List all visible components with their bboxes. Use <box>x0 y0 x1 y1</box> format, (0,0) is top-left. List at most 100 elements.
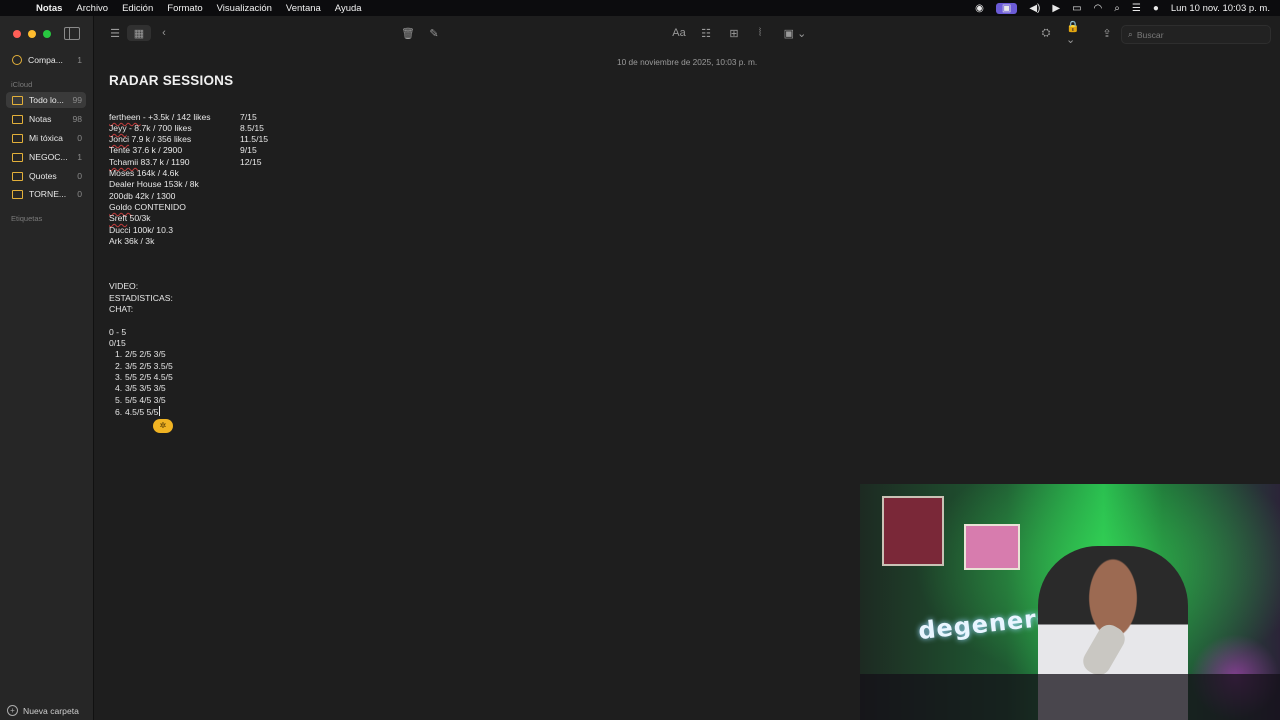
menu-ayuda[interactable]: Ayuda <box>335 3 362 14</box>
search-icon: ⌕ <box>1128 29 1133 39</box>
folder-icon <box>12 152 23 162</box>
table-icon[interactable]: ⊞ <box>726 25 742 41</box>
note-estadisticas-heading[interactable]: ESTADISTICAS: <box>109 293 173 304</box>
close-window-button[interactable] <box>13 30 21 38</box>
menu-archivo[interactable]: Archivo <box>76 3 108 14</box>
misspelled-word: fertheen <box>109 112 141 122</box>
control-center-icon[interactable]: ☰ <box>1132 3 1141 14</box>
format-button[interactable]: Aa <box>670 25 688 41</box>
checklist-icon[interactable]: ☷ <box>698 25 714 41</box>
note-line[interactable]: Tchamii 83.7 k / 1190 <box>109 157 190 168</box>
note-line[interactable]: fertheen - +3.5k / 142 likes <box>109 112 211 123</box>
note-line[interactable]: Jonci 7.9 k / 356 likes <box>109 134 191 145</box>
window-controls <box>13 30 51 38</box>
siri-icon[interactable]: ● <box>1153 3 1159 14</box>
line-text: 50/3k <box>127 213 151 223</box>
minimize-window-button[interactable] <box>28 30 36 38</box>
note-date: 10 de noviembre de 2025, 10:03 p. m. <box>617 57 758 67</box>
note-line[interactable]: Goldo CONTENIDO <box>109 202 186 213</box>
note-line[interactable]: Ducci 100k/ 10.3 <box>109 225 173 236</box>
sidebar-item-shared[interactable]: Compa... 1 <box>6 52 86 68</box>
note-range[interactable]: 0 - 5 <box>109 327 126 338</box>
sidebar-item-negocios[interactable]: NEGOC... 1 <box>6 149 86 165</box>
webcam-overlay: degenere <box>860 484 1280 720</box>
search-placeholder: Buscar <box>1136 29 1164 40</box>
list-text: 5/5 4/5 3/5 <box>125 395 166 405</box>
note-line[interactable]: Moses 164k / 4.6k <box>109 168 179 179</box>
note-line[interactable]: Sreft 50/3k <box>109 213 151 224</box>
sidebar-item-label: Notas <box>29 114 52 124</box>
screen-mirroring-icon[interactable]: ▣ <box>995 2 1018 14</box>
list-number: 4. <box>115 383 123 393</box>
sidebar-item-label: TORNE... <box>29 189 67 199</box>
collaborate-icon[interactable]: ⛭ <box>1038 25 1054 41</box>
back-chevron-icon[interactable]: ‹ <box>158 25 170 41</box>
line-text: 200db 42k / 1300 <box>109 191 176 201</box>
battery-icon[interactable]: ▭ <box>1072 3 1081 14</box>
list-view-icon[interactable]: ☰ <box>108 25 122 41</box>
note-title[interactable]: RADAR SESSIONS <box>109 73 233 88</box>
line-score[interactable]: 7/15 <box>240 112 257 123</box>
sidebar-item-count: 1 <box>77 55 82 65</box>
compose-icon[interactable]: ✎ <box>426 25 442 41</box>
new-folder-button[interactable]: + Nueva carpeta <box>7 705 79 716</box>
list-item[interactable]: 4. 3/5 3/5 3/5 <box>115 383 166 394</box>
line-score[interactable]: 8.5/15 <box>240 123 264 134</box>
list-item[interactable]: 5. 5/5 4/5 3/5 <box>115 395 166 406</box>
menu-bar: Notas Archivo Edición Formato Visualizac… <box>0 0 1280 16</box>
zoom-window-button[interactable] <box>43 30 51 38</box>
menu-clock[interactable]: Lun 10 nov. 10:03 p. m. <box>1171 3 1270 14</box>
sidebar-item-torneos[interactable]: TORNE... 0 <box>6 186 86 202</box>
note-chat-heading[interactable]: CHAT: <box>109 304 133 315</box>
sidebar-item-mi-toxica[interactable]: Mi tóxica 0 <box>6 130 86 146</box>
sidebar-item-label: Mi tóxica <box>29 133 63 143</box>
spotlight-icon[interactable]: ⌕ <box>1114 3 1120 14</box>
menu-ventana[interactable]: Ventana <box>286 3 321 14</box>
menu-edicion[interactable]: Edición <box>122 3 153 14</box>
gallery-view-icon[interactable]: ▦ <box>127 25 151 41</box>
list-item[interactable]: 1. 2/5 2/5 3/5 <box>115 349 166 360</box>
wifi-icon[interactable]: ◠ <box>1094 3 1103 14</box>
share-icon[interactable]: ⇪ <box>1100 25 1114 41</box>
list-number: 6. <box>115 407 123 417</box>
note-line[interactable]: 200db 42k / 1300 <box>109 191 175 202</box>
sidebar-item-notas[interactable]: Notas 98 <box>6 111 86 127</box>
sidebar-item-count: 98 <box>72 114 82 124</box>
media-icon[interactable]: ▣ ⌄ <box>782 25 808 41</box>
lock-icon[interactable]: 🔒⌄ <box>1066 21 1088 46</box>
trash-icon[interactable]: 🗑 <box>400 25 416 41</box>
note-line[interactable]: Tente 37.6 k / 2900 <box>109 145 182 156</box>
line-score[interactable]: 12/15 <box>240 157 262 168</box>
now-playing-icon[interactable]: ▶ <box>1052 3 1060 14</box>
note-score[interactable]: 0/15 <box>109 338 126 349</box>
text-cursor <box>159 406 161 416</box>
obs-status-icon[interactable]: ◉ <box>975 3 984 14</box>
volume-icon[interactable]: ◀) <box>1029 3 1040 14</box>
list-item[interactable]: 3. 5/5 2/5 4.5/5 <box>115 372 173 383</box>
menu-formato[interactable]: Formato <box>167 3 202 14</box>
note-line[interactable]: Jeyy - 8.7k / 700 likes <box>109 123 192 134</box>
misspelled-word: Jonci <box>109 134 130 144</box>
sidebar-item-label: NEGOC... <box>29 152 68 162</box>
sidebar-item-all[interactable]: Todo lo... 99 <box>6 92 86 108</box>
note-line[interactable]: Ark 36k / 3k <box>109 236 154 247</box>
note-line[interactable]: Dealer House 153k / 8k <box>109 179 199 190</box>
menu-app-name[interactable]: Notas <box>36 3 62 14</box>
sidebar-item-quotes[interactable]: Quotes 0 <box>6 168 86 184</box>
section-icloud: iCloud <box>11 80 33 89</box>
audio-waveform-icon[interactable]: ⦚ <box>752 25 768 41</box>
list-number: 5. <box>115 395 123 405</box>
misspelled-word: Tchamii <box>109 157 139 167</box>
misspelled-word: Goldo <box>109 202 132 212</box>
menu-visualizacion[interactable]: Visualización <box>217 3 272 14</box>
line-score[interactable]: 11.5/15 <box>240 134 268 145</box>
list-item[interactable]: 6. 4.5/5 5/5 <box>115 406 161 418</box>
sidebar-toggle-icon[interactable] <box>64 27 80 40</box>
line-score[interactable]: 9/15 <box>240 145 257 156</box>
search-field[interactable]: ⌕ Buscar <box>1121 25 1271 44</box>
list-item[interactable]: 2. 3/5 2/5 3.5/5 <box>115 361 173 372</box>
misspelled-word: Jeyy <box>109 123 127 133</box>
writing-tools-icon[interactable]: ✲ <box>153 419 173 433</box>
list-text: 4.5/5 5/5 <box>125 407 159 417</box>
note-video-heading[interactable]: VIDEO: <box>109 281 138 292</box>
